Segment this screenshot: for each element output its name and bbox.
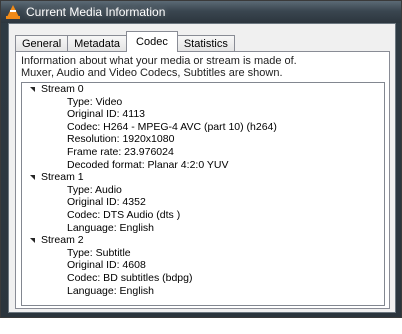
tree-property-item[interactable]: Resolution: 1920x1080 [22, 133, 384, 146]
dialog-client-area: General Metadata Codec Statistics Inform… [8, 23, 396, 313]
tab-codec[interactable]: Codec [126, 31, 178, 52]
tree-property-item[interactable]: Original ID: 4113 [22, 108, 384, 121]
title-bar[interactable]: Current Media Information [1, 1, 401, 23]
tree-property-item[interactable]: Language: English [22, 222, 384, 235]
stream-label: Stream 1 [41, 171, 84, 184]
tree-property-item[interactable]: Language: English [22, 285, 384, 298]
tree-stream-node[interactable]: Stream 2 [22, 234, 384, 247]
expanded-arrow-icon[interactable] [30, 237, 35, 243]
info-line: Information about what your media or str… [21, 55, 297, 67]
tab-label: Codec [136, 36, 168, 48]
tree-property-item[interactable]: Type: Video [22, 96, 384, 109]
tree-stream-node[interactable]: Stream 1 [22, 171, 384, 184]
tree-property-item[interactable]: Type: Subtitle [22, 247, 384, 260]
stream-label: Stream 0 [41, 83, 84, 95]
media-info-window: Current Media Information General Metada… [0, 0, 402, 318]
tree-property-item[interactable]: Type: Audio [22, 184, 384, 197]
tree-property-item[interactable]: Original ID: 4608 [22, 259, 384, 272]
tree-property-item[interactable]: Decoded format: Planar 4:2:0 YUV [22, 159, 384, 172]
tab-label: Statistics [183, 38, 228, 50]
stream-tree[interactable]: Stream 0 Type: Video Original ID: 4113 Code… [21, 82, 385, 306]
tree-stream-node[interactable]: Stream 0 [22, 83, 384, 96]
codec-info-text: Information about what your media or str… [21, 55, 297, 79]
tree-property-item[interactable]: Frame rate: 23.976024 [22, 146, 384, 159]
tab-metadata[interactable]: Metadata [67, 35, 128, 52]
tab-general[interactable]: General [15, 35, 69, 52]
codec-panel: Information about what your media or str… [15, 51, 390, 309]
info-line: Muxer, Audio and Video Codecs, Subtitles… [21, 67, 283, 79]
tree-property-item[interactable]: Codec: H264 - MPEG-4 AVC (part 10) (h264… [22, 121, 384, 134]
tab-statistics[interactable]: Statistics [176, 35, 235, 52]
tree-property-item[interactable]: Codec: DTS Audio (dts ) [22, 209, 384, 222]
expanded-arrow-icon[interactable] [30, 86, 35, 92]
tree-property-item[interactable]: Codec: BD subtitles (bdpg) [22, 272, 384, 285]
vlc-cone-icon [6, 5, 20, 19]
window-title: Current Media Information [26, 5, 166, 19]
expanded-arrow-icon[interactable] [30, 174, 35, 180]
tab-label: Metadata [74, 38, 121, 50]
tab-label: General [22, 38, 62, 50]
tab-bar: General Metadata Codec Statistics [15, 31, 235, 52]
stream-label: Stream 2 [41, 234, 84, 247]
tree-property-item[interactable]: Original ID: 4352 [22, 196, 384, 209]
